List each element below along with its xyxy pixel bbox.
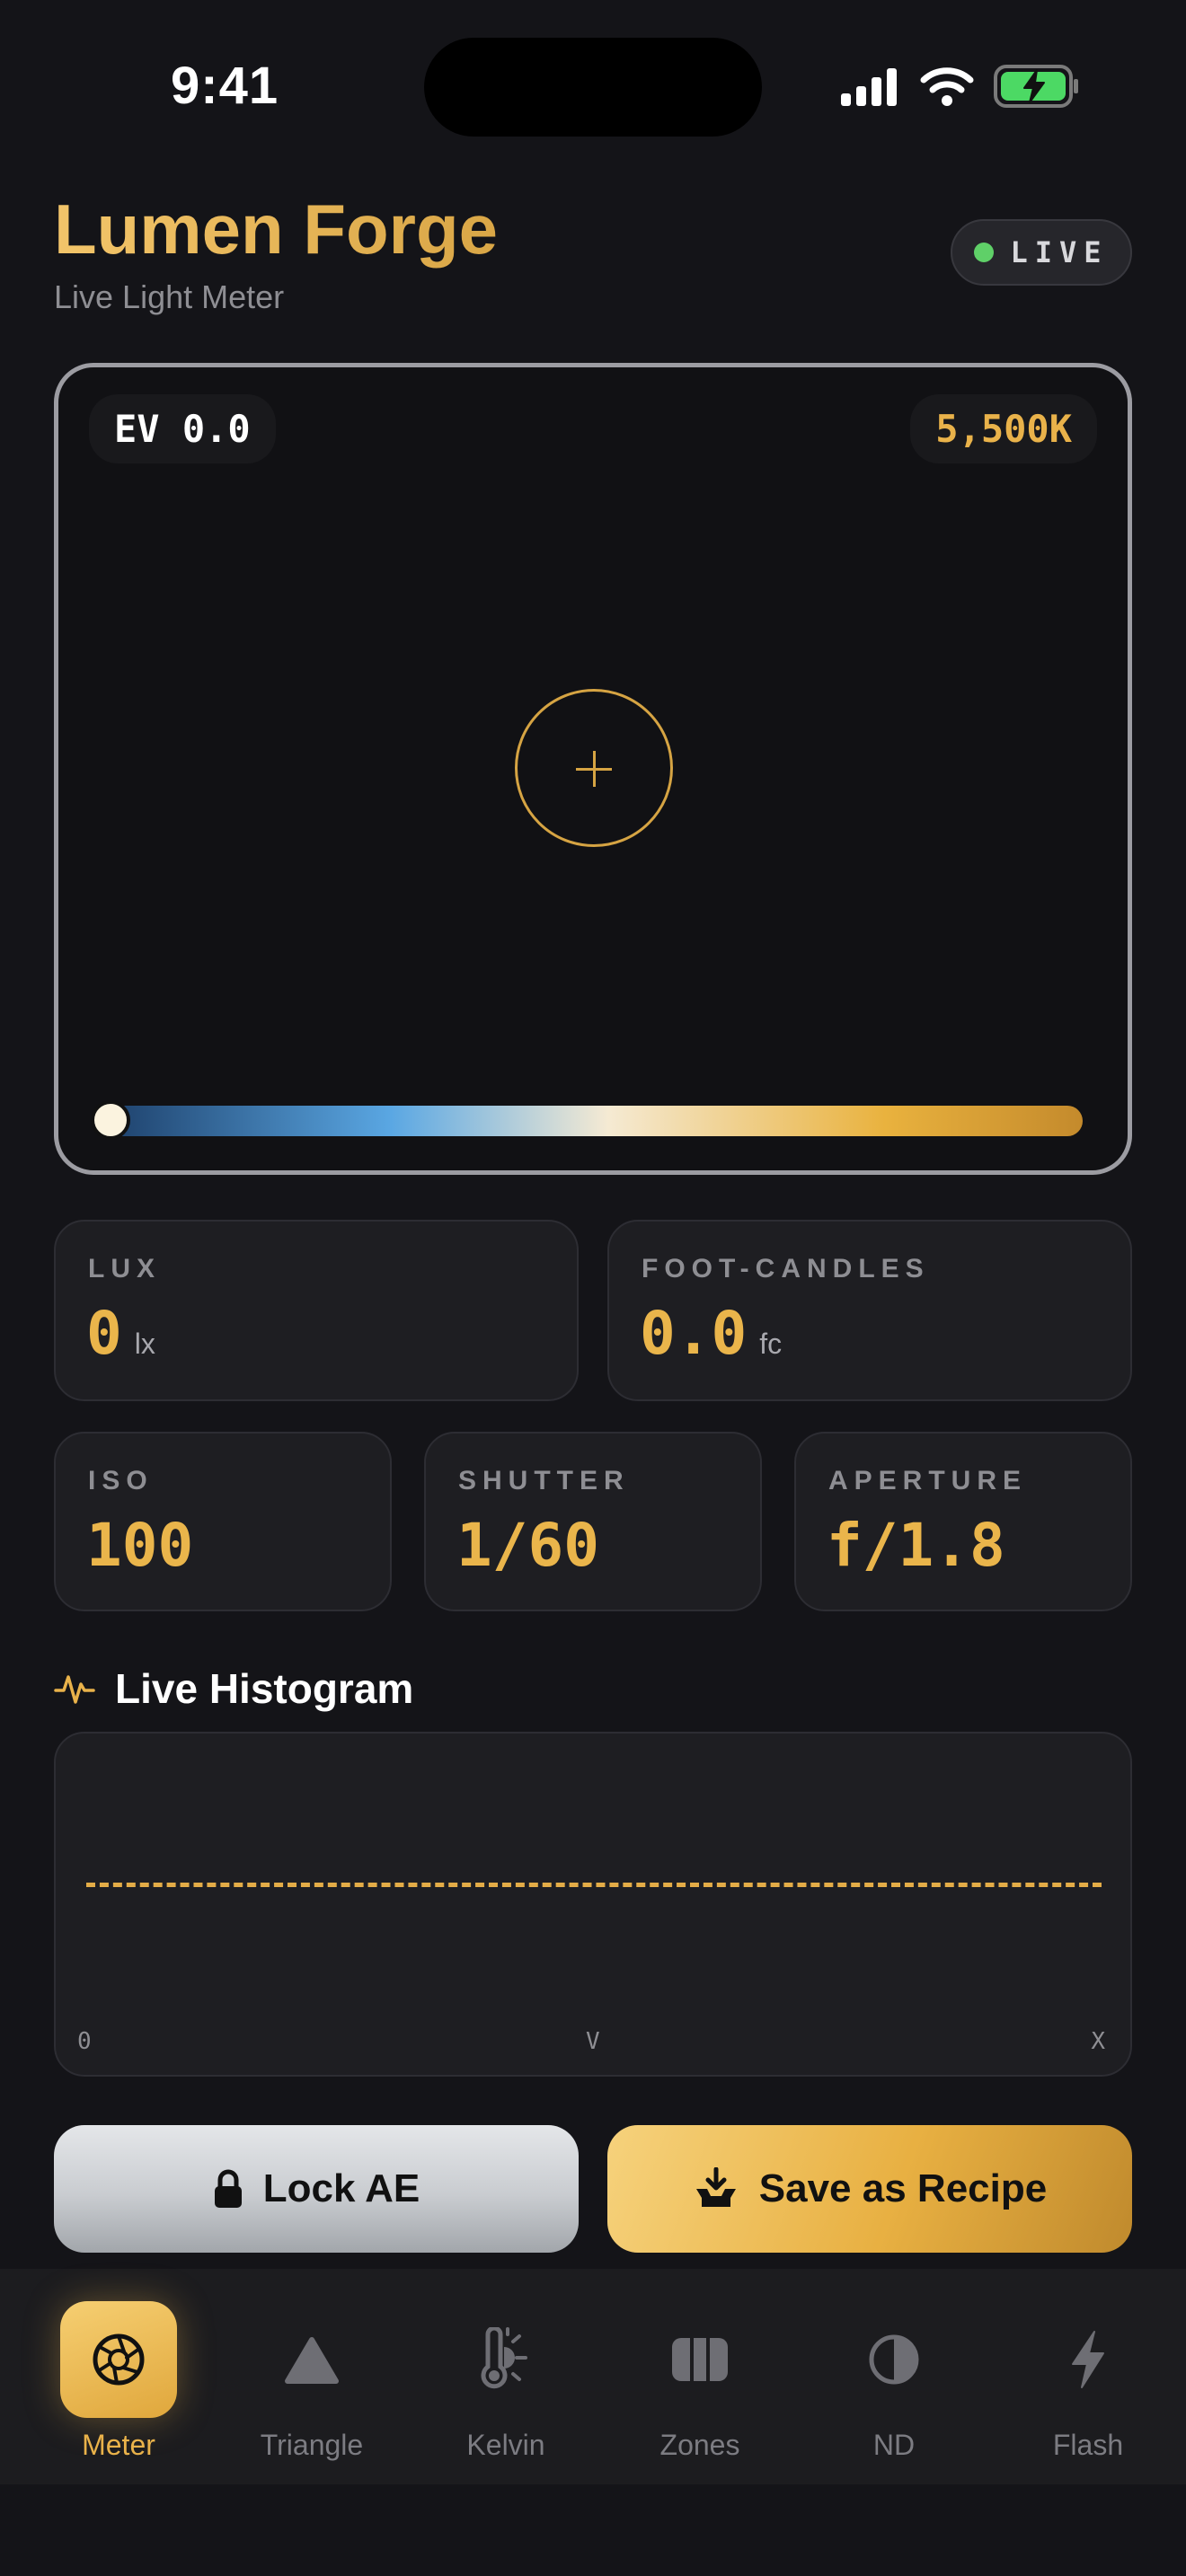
aperture-value: f/1.8 <box>827 1511 1005 1580</box>
columns-icon <box>642 2301 758 2418</box>
activity-pulse-icon <box>54 1675 95 1704</box>
lock-ae-button[interactable]: Lock AE <box>54 2125 579 2253</box>
histogram-title: Live Histogram <box>115 1665 414 1712</box>
tab-kelvin[interactable]: Kelvin <box>425 2301 587 2462</box>
lux-label: LUX <box>88 1254 161 1284</box>
ev-badge: EV 0.0 <box>89 394 276 463</box>
histogram-baseline <box>86 1883 1102 1887</box>
histogram-panel: 0 V X <box>54 1732 1132 2077</box>
iso-card[interactable]: ISO 100 <box>54 1432 392 1611</box>
footcandles-reading: 0.0 fc <box>640 1299 782 1368</box>
lux-value: 0 <box>86 1299 122 1368</box>
kelvin-slider-handle[interactable] <box>91 1100 130 1140</box>
lock-ae-label: Lock AE <box>262 2166 420 2210</box>
dynamic-island <box>424 38 762 137</box>
lux-reading: 0 lx <box>86 1299 155 1368</box>
histogram-tick-min: 0 <box>77 2028 92 2055</box>
tab-kelvin-label: Kelvin <box>466 2429 545 2461</box>
lux-unit: lx <box>134 1328 155 1360</box>
download-tray-icon <box>695 2167 736 2207</box>
aperture-card[interactable]: APERTURE f/1.8 <box>794 1432 1132 1611</box>
iso-label: ISO <box>88 1466 154 1495</box>
bolt-icon <box>1030 2301 1146 2418</box>
tab-triangle-label: Triangle <box>260 2429 364 2461</box>
footcandles-value: 0.0 <box>640 1299 748 1368</box>
camera-viewfinder[interactable]: EV 0.0 5,500K <box>54 363 1132 1175</box>
shutter-value: 1/60 <box>456 1511 599 1580</box>
tab-zones-label: Zones <box>659 2429 740 2461</box>
battery-charging-icon <box>994 65 1078 108</box>
kelvin-badge: 5,500K <box>910 394 1097 463</box>
histogram-header: Live Histogram <box>54 1662 413 1716</box>
status-time: 9:41 <box>171 57 279 115</box>
kelvin-slider-track[interactable] <box>94 1106 1083 1136</box>
tab-flash[interactable]: Flash <box>1007 2301 1169 2462</box>
footcandles-card: FOOT-CANDLES 0.0 fc <box>607 1220 1132 1401</box>
save-recipe-button[interactable]: Save as Recipe <box>607 2125 1132 2253</box>
aperture-icon <box>60 2301 177 2418</box>
triangle-icon <box>253 2301 370 2418</box>
tab-triangle[interactable]: Triangle <box>231 2301 393 2462</box>
shutter-card[interactable]: SHUTTER 1/60 <box>424 1432 762 1611</box>
tab-meter-label: Meter <box>82 2429 155 2461</box>
histogram-tick-mid: V <box>586 2028 600 2055</box>
live-indicator-dot <box>974 243 995 262</box>
tab-nd-label: ND <box>872 2429 916 2461</box>
tab-nd[interactable]: ND <box>813 2301 975 2462</box>
app-subtitle: Live Light Meter <box>54 278 285 315</box>
histogram-tick-max: X <box>1091 2028 1105 2055</box>
metering-reticle[interactable] <box>515 689 673 847</box>
thermometer-sun-icon <box>447 2301 564 2418</box>
iso-value: 100 <box>86 1511 194 1580</box>
tab-meter[interactable]: Meter <box>38 2301 199 2462</box>
footcandles-label: FOOT-CANDLES <box>642 1254 930 1284</box>
footcandles-unit: fc <box>759 1328 783 1360</box>
cellular-signal-icon <box>841 68 897 106</box>
live-label: LIVE <box>1010 235 1109 269</box>
save-recipe-label: Save as Recipe <box>758 2166 1048 2210</box>
lux-card: LUX 0 lx <box>54 1220 579 1401</box>
bottom-tab-bar: Meter Triangle Kelvin Zones ND Flash <box>0 2269 1186 2484</box>
lock-icon <box>214 2169 242 2208</box>
tab-flash-label: Flash <box>1052 2429 1124 2461</box>
shutter-label: SHUTTER <box>458 1466 630 1495</box>
wifi-icon <box>920 67 974 106</box>
status-icons <box>839 63 1080 110</box>
aperture-label: APERTURE <box>828 1466 1028 1495</box>
status-bar: 9:41 <box>0 0 1186 171</box>
tab-zones[interactable]: Zones <box>619 2301 781 2462</box>
app-title: Lumen Forge <box>54 190 499 269</box>
half-circle-icon <box>836 2301 952 2418</box>
live-status-badge[interactable]: LIVE <box>951 219 1132 286</box>
